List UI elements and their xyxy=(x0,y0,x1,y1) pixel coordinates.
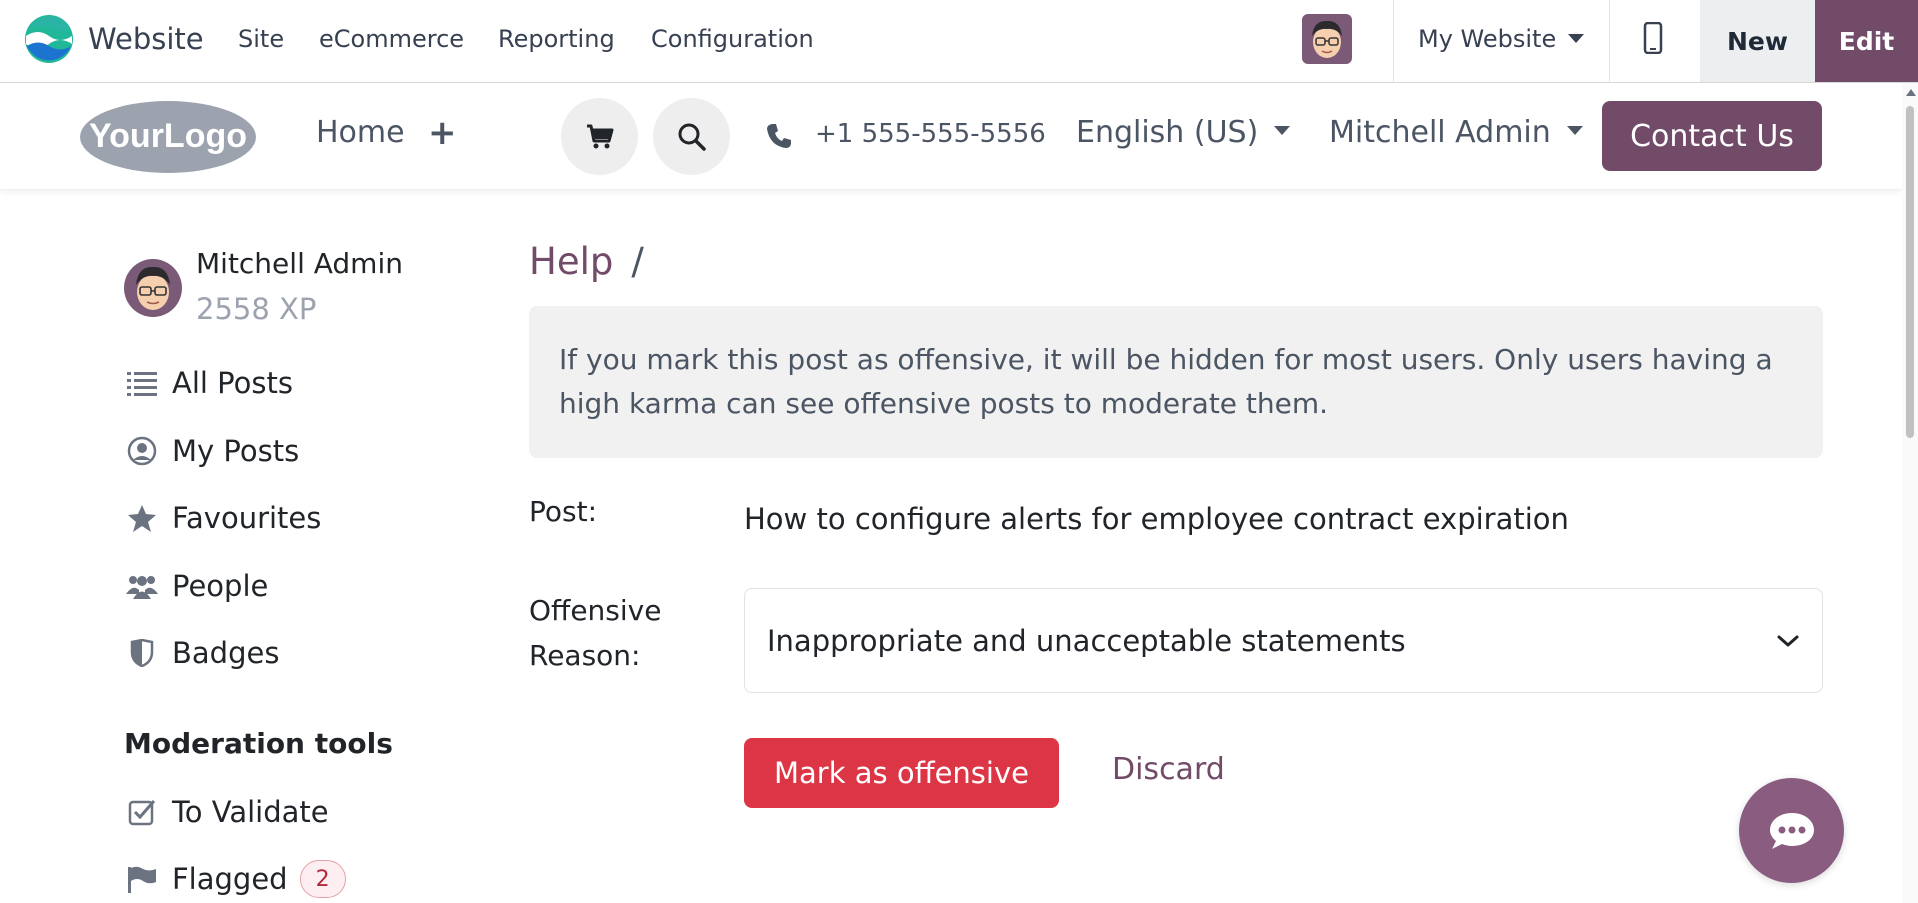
menu-reporting[interactable]: Reporting xyxy=(498,25,615,53)
scrollbar-thumb[interactable] xyxy=(1906,106,1914,438)
offensive-reason-select[interactable]: Inappropriate and unacceptable statement… xyxy=(744,588,1823,693)
sidebar-item-label: My Posts xyxy=(172,434,300,468)
flag-icon xyxy=(126,863,158,895)
website-selector[interactable]: My Website xyxy=(1418,25,1585,53)
navbar-divider xyxy=(1609,0,1610,82)
sidebar-item-people[interactable]: People xyxy=(126,569,268,603)
caret-down-icon xyxy=(1274,126,1291,135)
website-header: YourLogo Home + +1 555-555-5556 English … xyxy=(0,83,1902,190)
user-menu-label: Mitchell Admin xyxy=(1329,115,1551,150)
navbar-divider xyxy=(1393,0,1394,82)
shield-icon xyxy=(126,637,158,669)
phone-number[interactable]: +1 555-555-5556 xyxy=(815,119,1046,149)
page-scrollbar[interactable] xyxy=(1902,83,1918,903)
post-title: How to configure alerts for employee con… xyxy=(744,502,1569,536)
sidebar-item-flagged[interactable]: Flagged 2 xyxy=(126,860,346,898)
sidebar-item-all-posts[interactable]: All Posts xyxy=(126,366,293,400)
avatar-face-icon xyxy=(124,259,182,317)
breadcrumb: Help / xyxy=(529,240,644,283)
user-avatar[interactable] xyxy=(1302,14,1352,64)
sidebar-item-favourites[interactable]: Favourites xyxy=(126,501,321,535)
mark-as-offensive-button[interactable]: Mark as offensive xyxy=(744,738,1059,808)
flagged-count-badge: 2 xyxy=(299,860,346,898)
website-app-icon[interactable] xyxy=(24,14,74,64)
menu-configuration[interactable]: Configuration xyxy=(651,25,814,53)
chat-icon xyxy=(1769,812,1814,849)
star-icon xyxy=(126,502,158,534)
cart-icon xyxy=(586,124,613,148)
check-square-icon xyxy=(126,796,158,828)
your-logo[interactable]: YourLogo xyxy=(78,99,258,175)
sidebar-item-label: Flagged xyxy=(172,862,288,896)
breadcrumb-separator: / xyxy=(631,240,644,283)
sidebar-item-label: Badges xyxy=(172,636,280,670)
caret-down-icon xyxy=(1568,33,1585,43)
sidebar-item-label: Favourites xyxy=(172,501,322,535)
profile-name[interactable]: Mitchell Admin xyxy=(196,247,403,280)
svg-text:YourLogo: YourLogo xyxy=(89,117,247,155)
users-icon xyxy=(126,570,158,602)
phone-icon xyxy=(767,124,791,148)
cart-button[interactable] xyxy=(561,98,638,175)
nav-home[interactable]: Home xyxy=(316,115,405,150)
edit-button[interactable]: Edit xyxy=(1815,0,1918,82)
search-button[interactable] xyxy=(653,98,730,175)
sidebar-item-label: People xyxy=(172,569,269,603)
scroll-up-arrow-icon[interactable] xyxy=(1906,89,1916,96)
search-icon xyxy=(678,123,706,151)
profile-avatar[interactable] xyxy=(124,259,182,317)
menu-ecommerce[interactable]: eCommerce xyxy=(319,25,464,53)
sidebar-item-label: To Validate xyxy=(172,795,329,829)
reason-label: Offensive Reason: xyxy=(529,588,661,678)
offensive-warning-alert: If you mark this post as offensive, it w… xyxy=(529,306,1823,458)
moderation-tools-heading: Moderation tools xyxy=(124,727,393,760)
add-menu-item-button[interactable]: + xyxy=(428,113,457,153)
sidebar-item-label: All Posts xyxy=(172,366,293,400)
profile-xp: 2558 XP xyxy=(196,292,317,326)
sidebar-item-to-validate[interactable]: To Validate xyxy=(126,795,329,829)
user-circle-icon xyxy=(126,435,158,467)
discard-button[interactable]: Discard xyxy=(1112,752,1225,787)
language-selector[interactable]: English (US) xyxy=(1076,115,1291,150)
livechat-button[interactable] xyxy=(1739,778,1844,883)
user-menu[interactable]: Mitchell Admin xyxy=(1329,115,1583,150)
avatar-face-icon xyxy=(1302,14,1352,64)
contact-us-button[interactable]: Contact Us xyxy=(1602,101,1822,171)
reason-label-line1: Offensive xyxy=(529,594,662,627)
app-name[interactable]: Website xyxy=(88,22,204,56)
breadcrumb-help-link[interactable]: Help xyxy=(529,240,613,283)
list-icon xyxy=(126,367,158,399)
sidebar-item-badges[interactable]: Badges xyxy=(126,636,279,670)
menu-site[interactable]: Site xyxy=(238,25,284,53)
reason-label-line2: Reason: xyxy=(529,639,641,672)
language-label: English (US) xyxy=(1076,115,1259,150)
caret-down-icon xyxy=(1566,126,1583,135)
chevron-down-icon xyxy=(1777,635,1799,646)
website-selector-label: My Website xyxy=(1418,25,1557,53)
mobile-preview-icon[interactable] xyxy=(1643,22,1663,54)
post-label: Post: xyxy=(529,495,598,528)
odoo-navbar: Website Site eCommerce Reporting Configu… xyxy=(0,0,1918,83)
offensive-reason-value: Inappropriate and unacceptable statement… xyxy=(767,623,1406,658)
new-button[interactable]: New xyxy=(1700,0,1815,82)
sidebar-item-my-posts[interactable]: My Posts xyxy=(126,434,299,468)
